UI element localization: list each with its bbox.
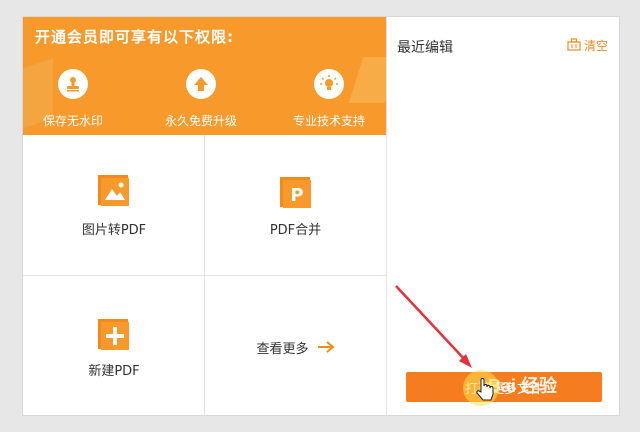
recent-section: 最近编辑 清空 打开更多文件: [386, 17, 620, 415]
stamp-icon: [58, 69, 88, 99]
tool-grid: 图片转PDF P PDF合并 新建PDF 查看更多: [23, 135, 386, 417]
perk-label: 保存无水印: [42, 114, 103, 128]
plus-icon: [98, 319, 130, 355]
tool-image-to-pdf[interactable]: 图片转PDF: [23, 135, 205, 276]
perk-tech-support: 专业技术支持: [279, 69, 379, 129]
tool-label: 新建PDF: [88, 364, 140, 379]
perk-free-upgrade: 永久免费升级: [151, 69, 251, 129]
clear-label: 清空: [583, 39, 608, 53]
upgrade-arrow-icon: [186, 69, 216, 99]
clear-button[interactable]: 清空: [567, 37, 608, 54]
pdf-p-icon: P: [280, 177, 312, 213]
main-panel: 开通会员即可享有以下权限: 保存无水印 永久免费升级 专业技术支持 图片转PDF…: [22, 16, 620, 417]
recent-title: 最近编辑: [397, 40, 453, 56]
perk-label: 专业技术支持: [292, 114, 365, 128]
lightbulb-icon: [314, 69, 344, 99]
arrow-right-icon: [317, 338, 335, 357]
perk-no-watermark: 保存无水印: [23, 69, 123, 129]
view-more-button[interactable]: 查看更多: [205, 276, 386, 417]
banner-title: 开通会员即可享有以下权限:: [35, 28, 234, 46]
tool-label: 图片转PDF: [81, 223, 147, 238]
svg-text:P: P: [290, 185, 303, 206]
left-section: 开通会员即可享有以下权限: 保存无水印 永久免费升级 专业技术支持 图片转PDF…: [23, 17, 386, 417]
view-more-label: 查看更多: [256, 342, 309, 357]
watermark: Bai 经验: [488, 376, 558, 396]
tool-new-pdf[interactable]: 新建PDF: [23, 276, 205, 417]
trash-icon: [567, 37, 581, 54]
tool-pdf-merge[interactable]: P PDF合并: [205, 135, 386, 276]
perk-label: 永久免费升级: [164, 114, 237, 128]
tool-label: PDF合并: [269, 223, 322, 238]
image-icon: [98, 175, 130, 211]
vip-banner[interactable]: 开通会员即可享有以下权限: 保存无水印 永久免费升级 专业技术支持: [23, 17, 386, 135]
